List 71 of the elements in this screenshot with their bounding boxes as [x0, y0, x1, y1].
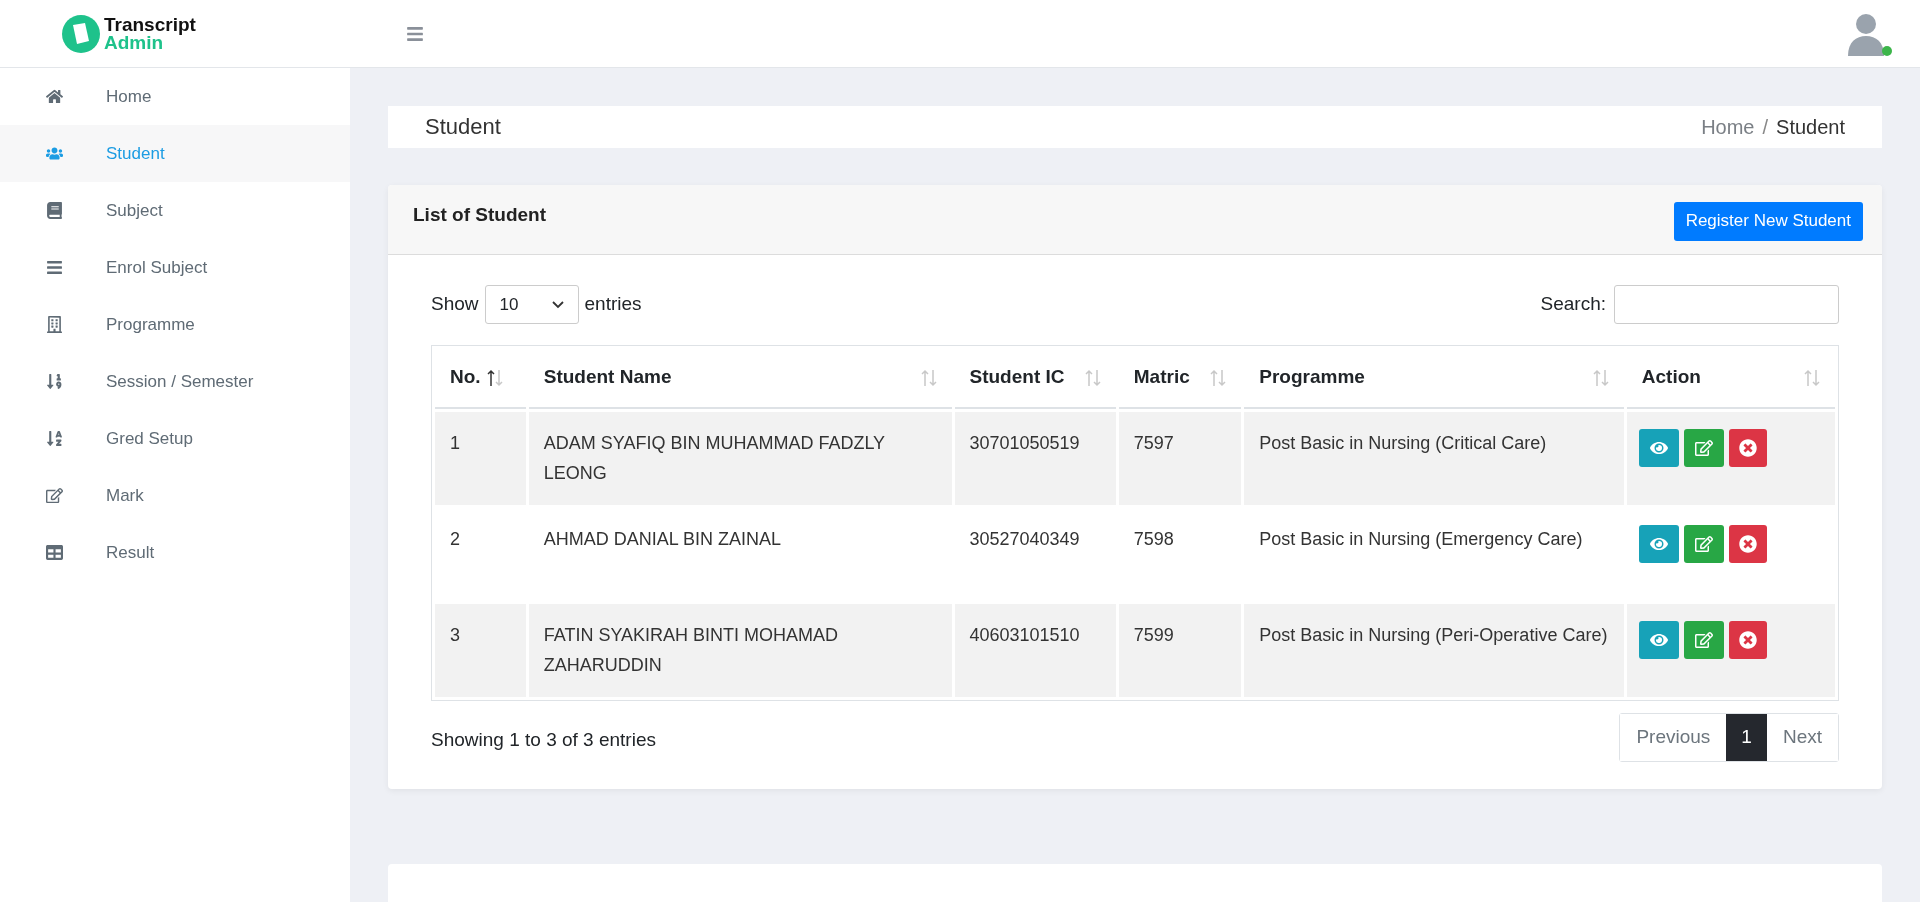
brand-title: Transcript [104, 15, 196, 34]
length-label: entries [584, 292, 642, 317]
column-header[interactable]: Student Name [528, 348, 952, 409]
search-field[interactable] [1614, 285, 1839, 325]
table-cell-text: 3 [449, 623, 461, 647]
breadcrumb-link[interactable]: Home [1701, 111, 1755, 142]
sort-numeric-icon [45, 373, 63, 390]
sidebar-item[interactable]: Subject [0, 182, 350, 239]
table-cell-text: FATIN SYAKIRAH BINTI MOHAMAD ZAHARUDDIN [542, 623, 840, 677]
menu-toggle[interactable] [406, 24, 424, 43]
building-icon [45, 316, 63, 333]
close-icon [1738, 534, 1757, 553]
column-header[interactable]: Action [1626, 348, 1835, 409]
view-button[interactable] [1638, 524, 1679, 563]
column-header[interactable]: Matric [1118, 348, 1242, 409]
edit-button[interactable] [1683, 620, 1724, 659]
table-cell-text: 1 [449, 431, 461, 455]
table-cell-text: Post Basic in Nursing (Peri-Operative Care) [1258, 623, 1609, 647]
delete-button[interactable] [1728, 428, 1767, 467]
table-cell-text: 30527040349 [968, 527, 1081, 551]
home-icon [45, 88, 63, 105]
register-button[interactable]: Register New Student [1673, 201, 1863, 241]
table-cell-text: 2 [449, 527, 461, 551]
column-header[interactable]: No. [435, 348, 526, 409]
sidebar-item[interactable]: Session / Semester [0, 353, 350, 410]
sidebar-item[interactable]: Enrol Subject [0, 239, 350, 296]
sidebar-item[interactable]: Mark [0, 467, 350, 524]
sidebar-item[interactable]: Gred Setup [0, 410, 350, 467]
entries-select[interactable]: 10 [484, 285, 579, 325]
edit-button[interactable] [1683, 428, 1724, 467]
close-icon [1738, 630, 1757, 649]
table-cell-text: 7597 [1132, 431, 1175, 455]
page-button[interactable]: 1 [1726, 713, 1767, 761]
table-info: Showing 1 to 3 of 3 entries [431, 727, 656, 752]
edit-icon [1694, 438, 1713, 457]
edit-icon [45, 487, 63, 504]
delete-button[interactable] [1728, 524, 1767, 563]
card-title: List of Student [413, 202, 546, 227]
chevron-icon [551, 300, 564, 309]
table-cell-text: 40603101510 [968, 623, 1081, 647]
edit-button[interactable] [1683, 524, 1724, 563]
table-cell-text: Post Basic in Nursing (Critical Care) [1258, 431, 1548, 455]
book-icon [45, 202, 63, 219]
edit-icon [1694, 534, 1713, 553]
view-button[interactable] [1638, 620, 1679, 659]
table-cell-text: 30701050519 [968, 431, 1081, 455]
search-label: Search: [1540, 292, 1606, 317]
table-icon [45, 544, 63, 561]
sidebar-item[interactable]: Programme [0, 296, 350, 353]
list-icon [45, 259, 63, 276]
length-label: Show [431, 292, 479, 317]
table-cell-text: AHMAD DANIAL BIN ZAINAL [542, 527, 783, 551]
breadcrumb-separator: / [1761, 114, 1770, 140]
page-title: Student [425, 113, 501, 142]
column-header[interactable]: Student IC [954, 348, 1116, 409]
delete-button[interactable] [1728, 620, 1767, 659]
table-cell-text: 7598 [1132, 527, 1175, 551]
sidebar-item[interactable]: Home [0, 68, 350, 125]
breadcrumb-current: Student [1776, 114, 1845, 140]
brand-subtitle: Admin [104, 33, 164, 52]
table-cell-text: 7599 [1132, 623, 1175, 647]
users-icon [45, 145, 63, 162]
view-button[interactable] [1638, 428, 1679, 467]
edit-icon [1694, 630, 1713, 649]
close-icon [1738, 438, 1757, 457]
table-cell-text: ADAM SYAFIQ BIN MUHAMMAD FADZLY LEONG [542, 431, 886, 485]
table-cell-text: Post Basic in Nursing (Emergency Care) [1258, 527, 1584, 551]
sidebar-item[interactable]: Result [0, 524, 350, 581]
logo-icon [62, 14, 100, 53]
column-header[interactable]: Programme [1244, 348, 1624, 409]
sort-alpha-icon [45, 430, 63, 447]
